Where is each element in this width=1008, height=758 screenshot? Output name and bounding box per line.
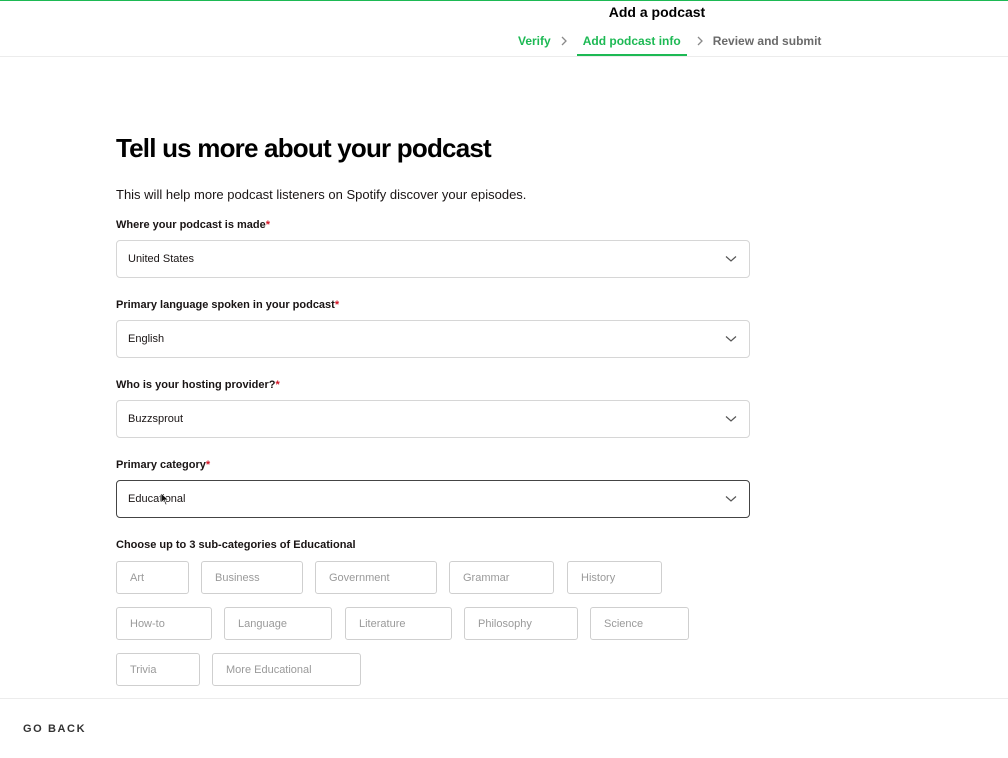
chevron-down-icon (725, 416, 737, 422)
chip-philosophy[interactable]: Philosophy (464, 607, 578, 640)
primary-category-select[interactable]: Educational (116, 480, 750, 518)
step-review-and-submit: Review and submit (712, 34, 822, 48)
primary-category-label: Primary category* (116, 459, 211, 471)
chevron-down-icon (725, 336, 737, 342)
chip-how-to[interactable]: How-to (116, 607, 212, 640)
top-bar: Add a podcast Verify Add podcast info Re… (0, 0, 1008, 57)
language-select[interactable]: English (116, 320, 750, 358)
required-mark: * (205, 459, 211, 471)
page-title: Tell us more about your podcast (116, 133, 492, 163)
hosting-provider-select-value: Buzzsprout (128, 413, 184, 425)
country-label: Where your podcast is made* (116, 219, 271, 231)
step-verify[interactable]: Verify (518, 33, 551, 56)
chevron-right-icon (696, 33, 704, 49)
mouse-cursor-icon (160, 492, 170, 506)
stepper: Verify Add podcast info Review and submi… (518, 33, 821, 58)
chevron-down-icon (725, 256, 737, 262)
chip-grammar[interactable]: Grammar (449, 561, 554, 594)
hosting-provider-select[interactable]: Buzzsprout (116, 400, 750, 438)
chip-history[interactable]: History (567, 561, 662, 594)
header-title: Add a podcast (608, 4, 706, 20)
page-subtitle: This will help more podcast listeners on… (116, 187, 527, 202)
required-mark: * (275, 379, 280, 391)
chevron-right-icon (560, 33, 568, 49)
chip-business[interactable]: Business (201, 561, 303, 594)
hosting-provider-label: Who is your hosting provider?* (116, 379, 280, 391)
chip-art[interactable]: Art (116, 561, 189, 594)
required-mark: * (265, 219, 271, 231)
chip-government[interactable]: Government (315, 561, 437, 594)
country-select-value: United States (128, 253, 195, 265)
required-mark: * (334, 299, 340, 311)
step-add-podcast-info[interactable]: Add podcast info (576, 33, 687, 56)
chip-science[interactable]: Science (590, 607, 689, 640)
subcategories-label: Choose up to 3 sub-categories of Educati… (116, 539, 356, 551)
country-select[interactable]: United States (116, 240, 750, 278)
chip-literature[interactable]: Literature (345, 607, 452, 640)
primary-category-select-value: Educational (128, 493, 186, 505)
chevron-down-icon (725, 496, 737, 502)
chip-language[interactable]: Language (224, 607, 332, 640)
language-label: Primary language spoken in your podcast* (116, 299, 340, 311)
chip-trivia[interactable]: Trivia (116, 653, 200, 686)
footer-bar: GO BACK (0, 698, 1008, 758)
chip-more-educational[interactable]: More Educational (212, 653, 361, 686)
go-back-button[interactable]: GO BACK (23, 723, 86, 735)
language-select-value: English (128, 333, 165, 345)
